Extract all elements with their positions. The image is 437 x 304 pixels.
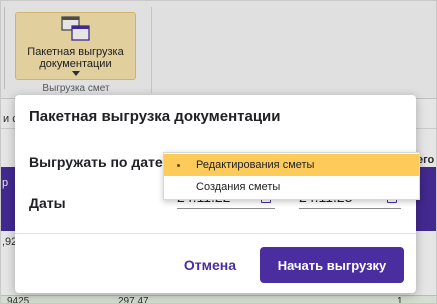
option-editing-date[interactable]: Редактирования сметы (164, 154, 419, 176)
option-label: Редактирования сметы (196, 159, 315, 171)
dates-label: Даты (29, 195, 66, 211)
cancel-button[interactable]: Отмена (170, 247, 250, 283)
dialog-divider (15, 233, 416, 234)
option-label: Создания сметы (196, 181, 281, 193)
export-by-date-label: Выгружать по дате (29, 154, 163, 170)
start-export-button[interactable]: Начать выгрузку (260, 247, 404, 283)
selected-dot-icon (177, 164, 180, 167)
date-type-dropdown: Редактирования сметы Создания сметы (163, 152, 420, 200)
app-window: Пакетная выгрузка документации Выгрузка … (0, 0, 437, 304)
dialog-title: Пакетная выгрузка документации (29, 108, 281, 125)
option-creation-date[interactable]: Создания сметы (164, 176, 419, 198)
